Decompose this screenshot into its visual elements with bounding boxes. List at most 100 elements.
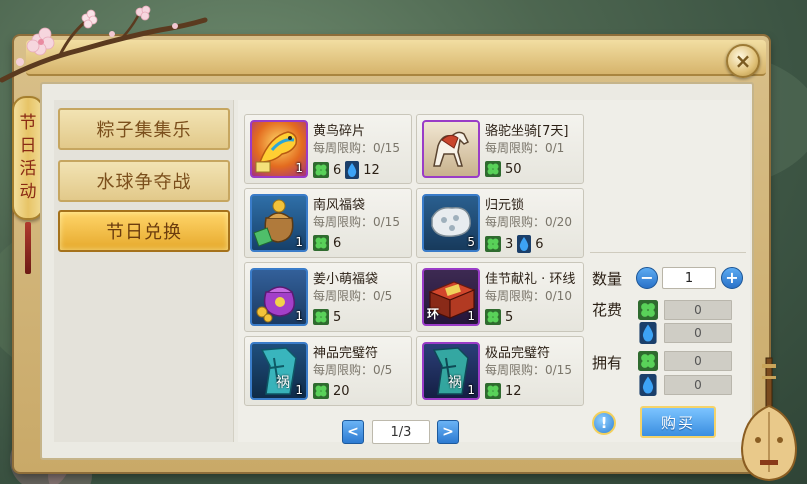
plus-icon: + [725, 268, 739, 287]
item-name: 神品完璧符 [313, 346, 379, 361]
clover-icon [313, 235, 329, 251]
banner-char: 日 [19, 136, 37, 156]
item-quantity: 5 [467, 235, 475, 249]
camel-mount-icon [422, 120, 480, 178]
talisman-tag: 祸 [448, 375, 462, 391]
increase-quantity-button[interactable]: + [721, 267, 743, 289]
item-weekly-limit: 每周限购：0/1 [485, 141, 565, 155]
water-drop-icon [345, 161, 360, 179]
camel-icon [433, 131, 470, 167]
page-number: 1/3 [390, 424, 412, 440]
help-button[interactable]: ! [592, 411, 616, 435]
divine-talisman-icon: 祸 1 [250, 342, 308, 400]
tab-water-ball-battle[interactable]: 水球争夺战 [58, 160, 230, 202]
banner-char: 活 [19, 159, 37, 179]
item-price: 6 [313, 235, 341, 251]
item-quantity: 1 [295, 383, 303, 397]
clover-cost: 12 [505, 383, 522, 399]
item-weekly-limit: 每周限购：0/15 [313, 141, 400, 155]
item-weekly-limit: 每周限购：0/15 [313, 215, 400, 229]
shop-item-card[interactable]: 祸 1 神品完璧符 每周限购：0/5 20 [244, 336, 412, 406]
clover-icon [485, 309, 501, 325]
owned-drop-value: 0 [664, 375, 732, 395]
cost-clover-value: 0 [664, 300, 732, 320]
shop-item-card[interactable]: 5 归元锁 每周限购：0/20 3 6 [416, 188, 584, 258]
prev-page-button[interactable]: < [342, 420, 364, 444]
tab-label: 节日兑换 [106, 222, 182, 243]
item-quantity: 1 [295, 161, 303, 175]
close-icon: × [734, 49, 752, 73]
quantity-input[interactable]: 1 [662, 267, 716, 289]
decrease-quantity-button[interactable]: − [636, 267, 658, 289]
item-name: 极品完璧符 [485, 346, 551, 361]
owned-drop-text: 0 [694, 378, 702, 392]
pipa-lute-decoration [740, 357, 798, 482]
tab-label: 水球争夺战 [96, 172, 192, 193]
item-price: 12 [485, 383, 522, 399]
item-price: 20 [313, 383, 350, 399]
owned-clover-text: 0 [694, 354, 702, 368]
clover-cost: 5 [505, 309, 514, 325]
banner-tassel [25, 222, 31, 274]
item-name: 黄鸟碎片 [313, 124, 366, 139]
item-price: 5 [313, 309, 341, 325]
festival-gift-box-icon: 1 环 [422, 268, 480, 326]
drop-cost: 6 [535, 236, 544, 252]
item-weekly-limit: 每周限购：0/15 [485, 363, 572, 377]
item-price: 5 [485, 309, 513, 325]
clover-icon [485, 236, 501, 252]
drop-cost: 12 [363, 162, 380, 178]
item-weekly-limit: 每周限购：0/5 [313, 363, 393, 377]
shop-item-card[interactable]: 1 环 佳节献礼 · 环线 每周限购：0/10 5 [416, 262, 584, 332]
quantity-label: 数量 [592, 270, 623, 288]
tab-festival-exchange[interactable]: 节日兑换 [58, 210, 230, 252]
page-indicator: 1/3 [372, 420, 430, 444]
cost-label: 花费 [592, 301, 623, 319]
item-name: 姜小萌福袋 [313, 272, 379, 287]
item-price: 50 [485, 161, 522, 177]
item-name: 归元锁 [485, 198, 525, 213]
next-page-button[interactable]: > [437, 420, 459, 444]
cost-drop-text: 0 [694, 326, 702, 340]
water-drop-icon [639, 322, 657, 344]
ring-tag: 环 [427, 307, 440, 321]
guiyuan-lock-icon: 5 [422, 194, 480, 252]
clover-icon [313, 309, 329, 325]
clover-cost: 20 [333, 383, 350, 399]
shop-item-card[interactable]: 骆驼坐骑[7天] 每周限购：0/1 50 [416, 114, 584, 184]
minus-icon: − [640, 268, 654, 287]
clover-icon [638, 351, 658, 371]
clover-icon [313, 383, 329, 399]
shop-item-card[interactable]: 祸 1 极品完璧符 每周限购：0/15 12 [416, 336, 584, 406]
clover-icon [485, 161, 501, 177]
item-quantity: 1 [295, 235, 303, 249]
tab-label: 粽子集集乐 [96, 120, 192, 141]
banner-char: 动 [19, 182, 37, 202]
cost-drop-value: 0 [664, 323, 732, 343]
shop-item-card[interactable]: 1 黄鸟碎片 每周限购：0/15 6 12 [244, 114, 412, 184]
banner-char: 节 [19, 113, 37, 133]
water-drop-icon [517, 235, 532, 253]
item-quantity: 1 [467, 309, 475, 323]
clover-cost: 6 [333, 162, 342, 178]
clover-cost: 6 [333, 235, 342, 251]
owned-clover-value: 0 [664, 351, 732, 371]
clover-cost: 50 [505, 161, 522, 177]
talisman-tag: 祸 [276, 375, 290, 391]
clover-cost: 3 [505, 236, 514, 252]
buy-label: 购买 [660, 413, 695, 432]
close-button[interactable]: × [726, 44, 760, 78]
item-name: 骆驼坐骑[7天] [485, 124, 569, 139]
cost-clover-text: 0 [694, 303, 702, 317]
buy-button[interactable]: 购买 [640, 406, 716, 438]
shop-item-card[interactable]: 1 南风福袋 每周限购：0/15 6 [244, 188, 412, 258]
item-weekly-limit: 每周限购：0/20 [485, 215, 572, 229]
info-icon: ! [600, 414, 608, 432]
shop-item-card[interactable]: 1 姜小萌福袋 每周限购：0/5 5 [244, 262, 412, 332]
tab-zongzi-collect[interactable]: 粽子集集乐 [58, 108, 230, 150]
item-name: 佳节献礼 · 环线 [485, 272, 576, 287]
item-weekly-limit: 每周限购：0/10 [485, 289, 572, 303]
chevron-right-icon: > [442, 424, 454, 440]
supreme-talisman-icon: 祸 1 [422, 342, 480, 400]
water-drop-icon [639, 374, 657, 396]
